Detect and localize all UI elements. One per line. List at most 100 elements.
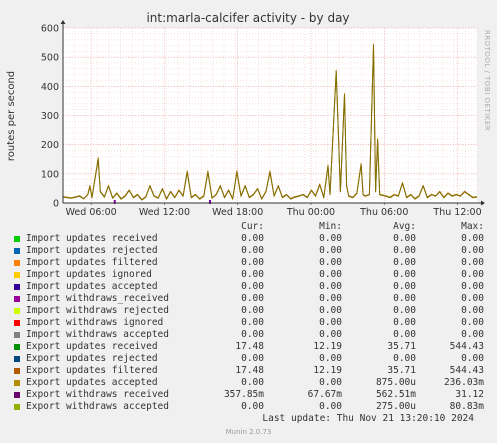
y-tick-label: 400 <box>41 82 59 93</box>
x-tick-label: Thu 06:00 <box>359 207 408 218</box>
legend-swatch <box>14 368 20 374</box>
y-tick-label: 600 <box>41 24 59 35</box>
x-axis-arrow <box>481 200 485 206</box>
y-tick-label: 0 <box>53 199 59 210</box>
legend-name: Import withdraws accepted <box>26 329 169 340</box>
legend-swatch <box>14 248 20 254</box>
legend-max: 236.03m <box>443 377 484 388</box>
legend-min: 0.00 <box>319 293 342 304</box>
chart: 0 100 200 300 400 500 600 Wed 06:00 Wed 12:00 Wed… <box>6 11 485 218</box>
legend-name: Export updates received <box>26 341 158 352</box>
x-tick-label: Wed 06:00 <box>66 207 117 218</box>
legend-row: Import withdraws ignored 0.00 0.00 0.00 0.00 <box>12 317 484 329</box>
legend-cur: 0.00 <box>241 245 264 256</box>
y-axis-arrow <box>60 20 66 24</box>
legend-min: 0.00 <box>319 269 342 280</box>
y-tick-label: 100 <box>41 169 59 180</box>
legend-name: Export withdraws accepted <box>26 401 169 412</box>
legend-row: Export updates filtered 17.48 12.19 35.71 54… <box>12 365 484 377</box>
legend-min: 0.00 <box>319 353 342 364</box>
legend-name: Export updates rejected <box>26 353 158 364</box>
legend-min: 0.00 <box>319 317 342 328</box>
legend-max: 0.00 <box>461 233 484 244</box>
legend-swatch <box>14 344 20 350</box>
legend-row: Import withdraws accepted 0.00 0.00 0.00 0.0… <box>12 329 484 341</box>
legend-name: Import updates accepted <box>26 281 158 292</box>
legend-swatch <box>14 332 20 338</box>
legend-name: Import updates ignored <box>26 269 152 280</box>
legend-cur: 0.00 <box>241 329 264 340</box>
legend-cur: 0.00 <box>241 281 264 292</box>
legend-min: 0.00 <box>319 329 342 340</box>
legend-cur: 0.00 <box>241 233 264 244</box>
last-update: Last update: Thu Nov 21 13:20:10 2024 <box>262 413 474 424</box>
legend-row: Export updates rejected 0.00 0.00 0.00 0.00 <box>12 353 484 365</box>
legend-min: 0.00 <box>319 233 342 244</box>
legend-name: Import updates rejected <box>26 245 158 256</box>
x-tick-label: Wed 18:00 <box>212 207 263 218</box>
legend-row: Export withdraws accepted 0.00 0.00 275.00u… <box>12 401 484 413</box>
legend-max: 0.00 <box>461 257 484 268</box>
legend-swatch <box>14 320 20 326</box>
header-cur: Cur: <box>241 221 264 232</box>
legend-min: 0.00 <box>319 401 342 412</box>
x-tick-label: Thu 00:00 <box>286 207 335 218</box>
legend-name: Import withdraws_received <box>26 293 169 304</box>
legend: Cur: Min: Avg: Max: Import updates recei… <box>12 221 484 413</box>
legend-cur: 0.00 <box>241 317 264 328</box>
legend-cur: 0.00 <box>241 401 264 412</box>
legend-row: Import withdraws rejected 0.00 0.00 0.00 0.0… <box>12 305 484 317</box>
legend-max: 0.00 <box>461 353 484 364</box>
legend-cur: 0.00 <box>241 353 264 364</box>
legend-min: 0.00 <box>319 377 342 388</box>
legend-max: 80.83m <box>449 401 484 412</box>
rrdtool-credit: RRDTOOL / TOBI OETIKER <box>483 30 491 132</box>
legend-min: 0.00 <box>319 257 342 268</box>
legend-row: Export updates received 17.48 12.19 35.71 54… <box>12 341 484 353</box>
legend-row: Import updates filtered 0.00 0.00 0.00 0.00 <box>12 257 484 269</box>
y-tick-label: 300 <box>41 111 59 122</box>
legend-cur: 17.48 <box>235 341 264 352</box>
legend-name: Import updates received <box>26 233 158 244</box>
legend-min: 12.19 <box>313 341 342 352</box>
legend-cur: 357.85m <box>223 389 264 400</box>
legend-swatch <box>14 296 20 302</box>
legend-swatch <box>14 392 20 398</box>
legend-name: Export withdraws received <box>26 389 169 400</box>
legend-row: Export withdraws received 357.85m 67.67m 56… <box>12 389 484 401</box>
legend-max: 544.43 <box>449 341 484 352</box>
legend-swatch <box>14 308 20 314</box>
y-axis-label: routes per second <box>6 71 17 161</box>
legend-swatch <box>14 284 20 290</box>
legend-min: 0.00 <box>319 245 342 256</box>
x-tick-label: Wed 12:00 <box>139 207 190 218</box>
legend-cur: 0.00 <box>241 305 264 316</box>
header-min: Min: <box>319 221 342 232</box>
legend-cur: 0.00 <box>241 293 264 304</box>
legend-min: 67.67m <box>307 389 342 400</box>
header-max: Max: <box>461 221 484 232</box>
legend-row: Import withdraws_received 0.00 0.00 0.00 0.0… <box>12 293 484 305</box>
legend-max: 0.00 <box>461 305 484 316</box>
munin-graph: 0 100 200 300 400 500 600 Wed 06:00 Wed 12:00 Wed… <box>0 0 497 443</box>
legend-row: Export updates accepted 0.00 0.00 875.00u 23… <box>12 377 484 389</box>
legend-max: 0.00 <box>461 269 484 280</box>
legend-max: 544.43 <box>449 365 484 376</box>
legend-cur: 0.00 <box>241 257 264 268</box>
legend-swatch <box>14 260 20 266</box>
legend-max: 0.00 <box>461 317 484 328</box>
chart-title: int:marla-calcifer activity - by day <box>146 11 349 25</box>
legend-swatch <box>14 356 20 362</box>
legend-max: 31.12 <box>455 389 484 400</box>
legend-swatch <box>14 236 20 242</box>
y-tick-label: 200 <box>41 140 59 151</box>
legend-max: 0.00 <box>461 281 484 292</box>
legend-min: 12.19 <box>313 365 342 376</box>
y-tick-label: 500 <box>41 53 59 64</box>
legend-rows: Import updates received 0.00 0.00 0.00 0.00 I… <box>12 233 484 413</box>
legend-swatch <box>14 404 20 410</box>
legend-name: Export updates filtered <box>26 365 158 376</box>
legend-swatch <box>14 380 20 386</box>
legend-header: Cur: Min: Avg: Max: <box>12 221 484 233</box>
legend-max: 0.00 <box>461 293 484 304</box>
